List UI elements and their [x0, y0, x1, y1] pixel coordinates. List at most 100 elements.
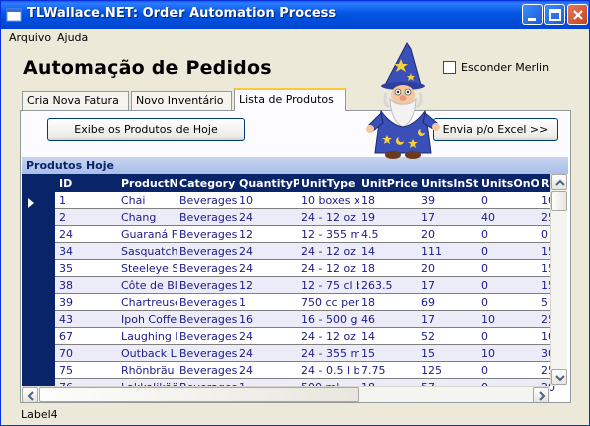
table-cell[interactable]: Beverages: [179, 245, 237, 259]
vertical-scrollbar[interactable]: [550, 174, 567, 386]
table-cell[interactable]: 24: [239, 330, 299, 344]
table-cell[interactable]: Ipoh Coffe: [121, 313, 177, 327]
table-cell[interactable]: 0: [481, 364, 539, 378]
scroll-right-button[interactable]: [533, 387, 549, 402]
menu-arquivo[interactable]: Arquivo: [9, 31, 51, 44]
table-row[interactable]: 24 Guaraná FaBeverages1212 - 355 ml4.5200…: [55, 226, 550, 243]
horizontal-scrollbar[interactable]: [22, 386, 550, 402]
scroll-up-button[interactable]: [551, 174, 567, 190]
hide-merlin-checkbox[interactable]: [443, 61, 456, 74]
table-cell[interactable]: 75: [59, 364, 117, 378]
minimize-button[interactable]: [522, 4, 543, 25]
table-row[interactable]: 1 Chai Beverages 10 10 boxes x 18 39 0 10: [55, 192, 555, 209]
table-cell[interactable]: Beverages: [179, 313, 237, 327]
table-row[interactable]: 43 Ipoh Coffe Beverages 16 16 - 500 g 46 17 10 2…: [55, 311, 555, 328]
table-cell[interactable]: 17: [421, 279, 479, 293]
table-cell[interactable]: 1: [59, 194, 117, 208]
table-cell[interactable]: 15: [421, 347, 479, 361]
table-cell[interactable]: Chai: [121, 194, 177, 208]
table-cell[interactable]: Steeleye St: [121, 262, 177, 276]
table-cell[interactable]: 12: [239, 228, 299, 242]
table-cell[interactable]: Chang: [121, 211, 177, 225]
table-cell[interactable]: 18: [361, 194, 419, 208]
table-cell[interactable]: 24 - 12 oz: [301, 245, 359, 259]
table-cell[interactable]: 38: [59, 279, 117, 293]
table-cell[interactable]: Beverages: [179, 347, 237, 361]
table-cell[interactable]: 46: [361, 313, 419, 327]
table-cell[interactable]: 17: [421, 211, 479, 225]
table-cell[interactable]: Chartreuse: [121, 296, 177, 310]
maximize-button[interactable]: [544, 4, 565, 25]
table-cell[interactable]: 24: [239, 364, 299, 378]
table-cell[interactable]: 52: [421, 330, 479, 344]
send-to-excel-button[interactable]: Envia p/o Excel >>: [433, 118, 558, 141]
table-cell[interactable]: 24: [239, 347, 299, 361]
table-cell[interactable]: 14: [361, 330, 419, 344]
table-row[interactable]: 67 Laughing L Beverages 24 24 - 12 oz 14 52 0 10: [55, 328, 555, 345]
table-cell[interactable]: 24 - 12 oz: [301, 262, 359, 276]
table-cell[interactable]: 15: [361, 347, 419, 361]
column-header[interactable]: UnitPrice: [361, 177, 419, 190]
column-header[interactable]: ID: [59, 177, 117, 190]
table-cell[interactable]: Sasquatch: [121, 245, 177, 259]
table-cell[interactable]: 69: [421, 296, 479, 310]
table-cell[interactable]: 0: [481, 262, 539, 276]
column-header[interactable]: QuantityP: [239, 177, 299, 190]
vertical-scroll-thumb[interactable]: [551, 191, 567, 211]
table-cell[interactable]: 24 - 12 oz: [301, 211, 359, 225]
column-header[interactable]: UnitType: [301, 177, 359, 190]
table-cell[interactable]: 12 - 355 ml: [301, 228, 359, 242]
table-cell[interactable]: 0: [481, 330, 539, 344]
table-cell[interactable]: 12 - 75 cl b: [301, 279, 359, 293]
table-cell[interactable]: 0: [481, 245, 539, 259]
table-row[interactable]: 39 Chartreuse Beverages 1 750 cc per 18 69 0 5: [55, 294, 550, 311]
table-cell[interactable]: 10: [481, 313, 539, 327]
table-cell[interactable]: 1: [239, 296, 299, 310]
table-cell[interactable]: Beverages: [179, 262, 237, 276]
table-cell[interactable]: 39: [421, 194, 479, 208]
table-cell[interactable]: 12: [239, 279, 299, 293]
table-cell[interactable]: 263.5: [361, 279, 419, 293]
table-cell[interactable]: Beverages: [179, 279, 237, 293]
table-cell[interactable]: 16: [239, 313, 299, 327]
table-cell[interactable]: 10: [239, 194, 299, 208]
menu-ajuda[interactable]: Ajuda: [57, 31, 88, 44]
table-cell[interactable]: 39: [59, 296, 117, 310]
scroll-left-button[interactable]: [22, 387, 38, 402]
table-cell[interactable]: 7.75: [361, 364, 419, 378]
column-header[interactable]: UnitsInSt: [421, 177, 479, 190]
table-cell[interactable]: 20: [421, 228, 479, 242]
table-cell[interactable]: 70: [59, 347, 117, 361]
table-cell[interactable]: Beverages: [179, 211, 237, 225]
table-cell[interactable]: 20: [421, 262, 479, 276]
table-cell[interactable]: 18: [361, 296, 419, 310]
scroll-down-button[interactable]: [551, 369, 567, 385]
table-cell[interactable]: Outback La: [121, 347, 177, 361]
table-cell[interactable]: 10 boxes x: [301, 194, 359, 208]
table-cell[interactable]: Guaraná Fa: [121, 228, 177, 242]
table-cell[interactable]: 16 - 500 g: [301, 313, 359, 327]
table-row[interactable]: 35Steeleye StBeverages2424 - 12 oz182001…: [55, 260, 555, 277]
column-header[interactable]: ProductN: [121, 177, 177, 190]
close-button[interactable]: [567, 4, 588, 25]
table-cell[interactable]: Beverages: [179, 364, 237, 378]
table-cell[interactable]: 0: [481, 228, 539, 242]
column-header[interactable]: UnitsOnO: [481, 177, 539, 190]
title-bar[interactable]: TLWallace.NET: Order Automation Process: [1, 1, 589, 29]
table-cell[interactable]: 0: [481, 194, 539, 208]
table-cell[interactable]: Beverages: [179, 228, 237, 242]
table-cell[interactable]: 34: [59, 245, 117, 259]
table-cell[interactable]: 43: [59, 313, 117, 327]
table-row[interactable]: 34 Sasquatch Beverages 24 24 - 12 oz 14 111 0 15: [55, 243, 555, 260]
table-cell[interactable]: 125: [421, 364, 479, 378]
show-today-products-button[interactable]: Exibe os Produtos de Hoje: [47, 118, 245, 141]
products-grid[interactable]: ID ProductN Category QuantityP UnitType UnitP…: [22, 174, 568, 402]
table-row[interactable]: 70Outback LaBeverages2424 - 355 ml151510…: [55, 345, 555, 362]
table-cell[interactable]: 0: [481, 279, 539, 293]
table-cell[interactable]: 67: [59, 330, 117, 344]
table-cell[interactable]: 19: [361, 211, 419, 225]
table-cell[interactable]: 24 - 12 oz: [301, 330, 359, 344]
table-cell[interactable]: 40: [481, 211, 539, 225]
table-cell[interactable]: 24: [59, 228, 117, 242]
horizontal-scroll-thumb[interactable]: [39, 387, 359, 402]
